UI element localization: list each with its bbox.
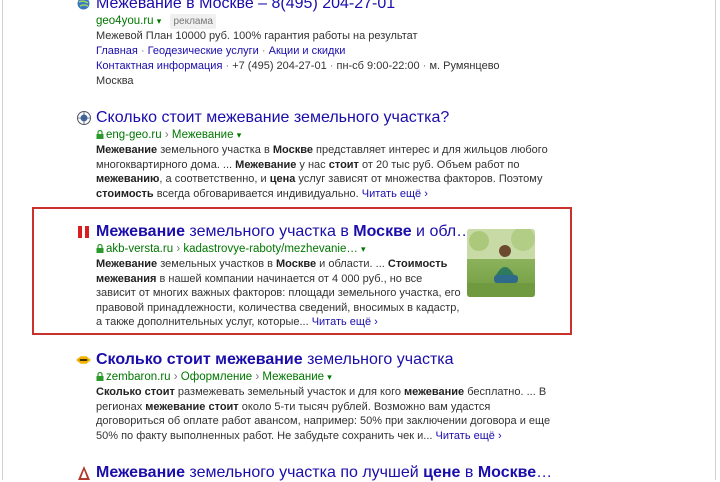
result-title[interactable]: Межевание земельного участка по лучшей ц…: [76, 463, 556, 482]
read-more-link[interactable]: Читать ещё ›: [362, 188, 428, 200]
result-host[interactable]: eng-geo.ru: [106, 129, 162, 141]
lock-icon: [96, 129, 104, 139]
result-snippet: Сколько стоит размежевать земельный учас…: [76, 385, 556, 443]
search-result-highlighted: Межевание земельного участка в Москве и …: [76, 222, 472, 330]
result-host[interactable]: akb-versta.ru: [106, 243, 173, 255]
result-title[interactable]: Сколько стоит межевание земельного участ…: [76, 108, 556, 127]
page-right-border: [715, 0, 716, 480]
sitelinks: Главная · Геодезические услуги · Акции и…: [96, 44, 346, 57]
result-snippet-text: Межевание земельного участка в Москве пр…: [96, 144, 548, 200]
breadcrumb[interactable]: kadastrovye-raboty/mezhevanie…: [183, 243, 358, 255]
result-thumbnail[interactable]: [467, 229, 535, 297]
result-snippet: Межевание земельных участков в Москве и …: [76, 257, 461, 330]
result-host[interactable]: zembaron.ru: [106, 371, 171, 383]
site-favicon-icon: [76, 465, 91, 480]
sitelink-promos[interactable]: Акции и скидки: [269, 45, 346, 57]
result-title[interactable]: Межевание в Москве – 8(495) 204-27-01: [76, 0, 556, 13]
lock-icon: [96, 371, 104, 381]
chevron-down-icon[interactable]: ▾: [157, 16, 162, 26]
contact-info-link[interactable]: Контактная информация: [96, 60, 222, 72]
read-more-link[interactable]: Читать ещё ›: [312, 316, 378, 328]
result-host[interactable]: geo4you.ru: [96, 15, 154, 27]
result-snippet-text: Межевание земельных участков в Москве и …: [96, 258, 461, 328]
breadcrumb[interactable]: Межевание: [172, 129, 234, 141]
result-snippet: Межевой План 10000 руб. 100% гарантия ра…: [96, 30, 418, 42]
search-result-ad: Межевание в Москве – 8(495) 204-27-01 ge…: [76, 0, 556, 89]
page-left-border: [2, 0, 3, 480]
contact-city: Москва: [96, 74, 134, 87]
result-snippet: Межевание земельного участка в Москве пр…: [76, 143, 556, 201]
breadcrumb[interactable]: Межевание: [262, 371, 324, 383]
chevron-down-icon[interactable]: ▾: [361, 244, 366, 254]
breadcrumb[interactable]: Оформление: [181, 371, 252, 383]
contact-hours: пн-сб 9:00-22:00: [336, 59, 420, 72]
lock-icon: [96, 243, 104, 253]
search-result: Сколько стоит межевание земельного участ…: [76, 108, 556, 201]
chevron-down-icon[interactable]: ▾: [327, 372, 332, 382]
site-favicon-icon: [76, 110, 91, 125]
result-title[interactable]: Межевание земельного участка в Москве и …: [76, 222, 472, 241]
sitelink-geodesy[interactable]: Геодезические услуги: [148, 45, 259, 57]
ad-badge: реклама: [170, 14, 216, 29]
result-title[interactable]: Сколько стоит межевание земельного участ…: [76, 350, 556, 369]
search-result: Сколько стоит межевание земельного участ…: [76, 350, 556, 443]
site-favicon-icon: [76, 224, 91, 239]
contact-line: Контактная информация · +7 (495) 204-27-…: [96, 59, 500, 87]
sitelink-home[interactable]: Главная: [96, 45, 138, 57]
site-favicon-icon: [76, 352, 91, 367]
search-result: Межевание земельного участка по лучшей ц…: [76, 463, 556, 482]
read-more-link[interactable]: Читать ещё ›: [436, 430, 502, 442]
contact-metro: м. Румянцево: [429, 59, 500, 72]
contact-phone[interactable]: +7 (495) 204-27-01: [232, 60, 326, 72]
chevron-down-icon[interactable]: ▾: [237, 130, 242, 140]
globe-icon: [76, 0, 91, 11]
